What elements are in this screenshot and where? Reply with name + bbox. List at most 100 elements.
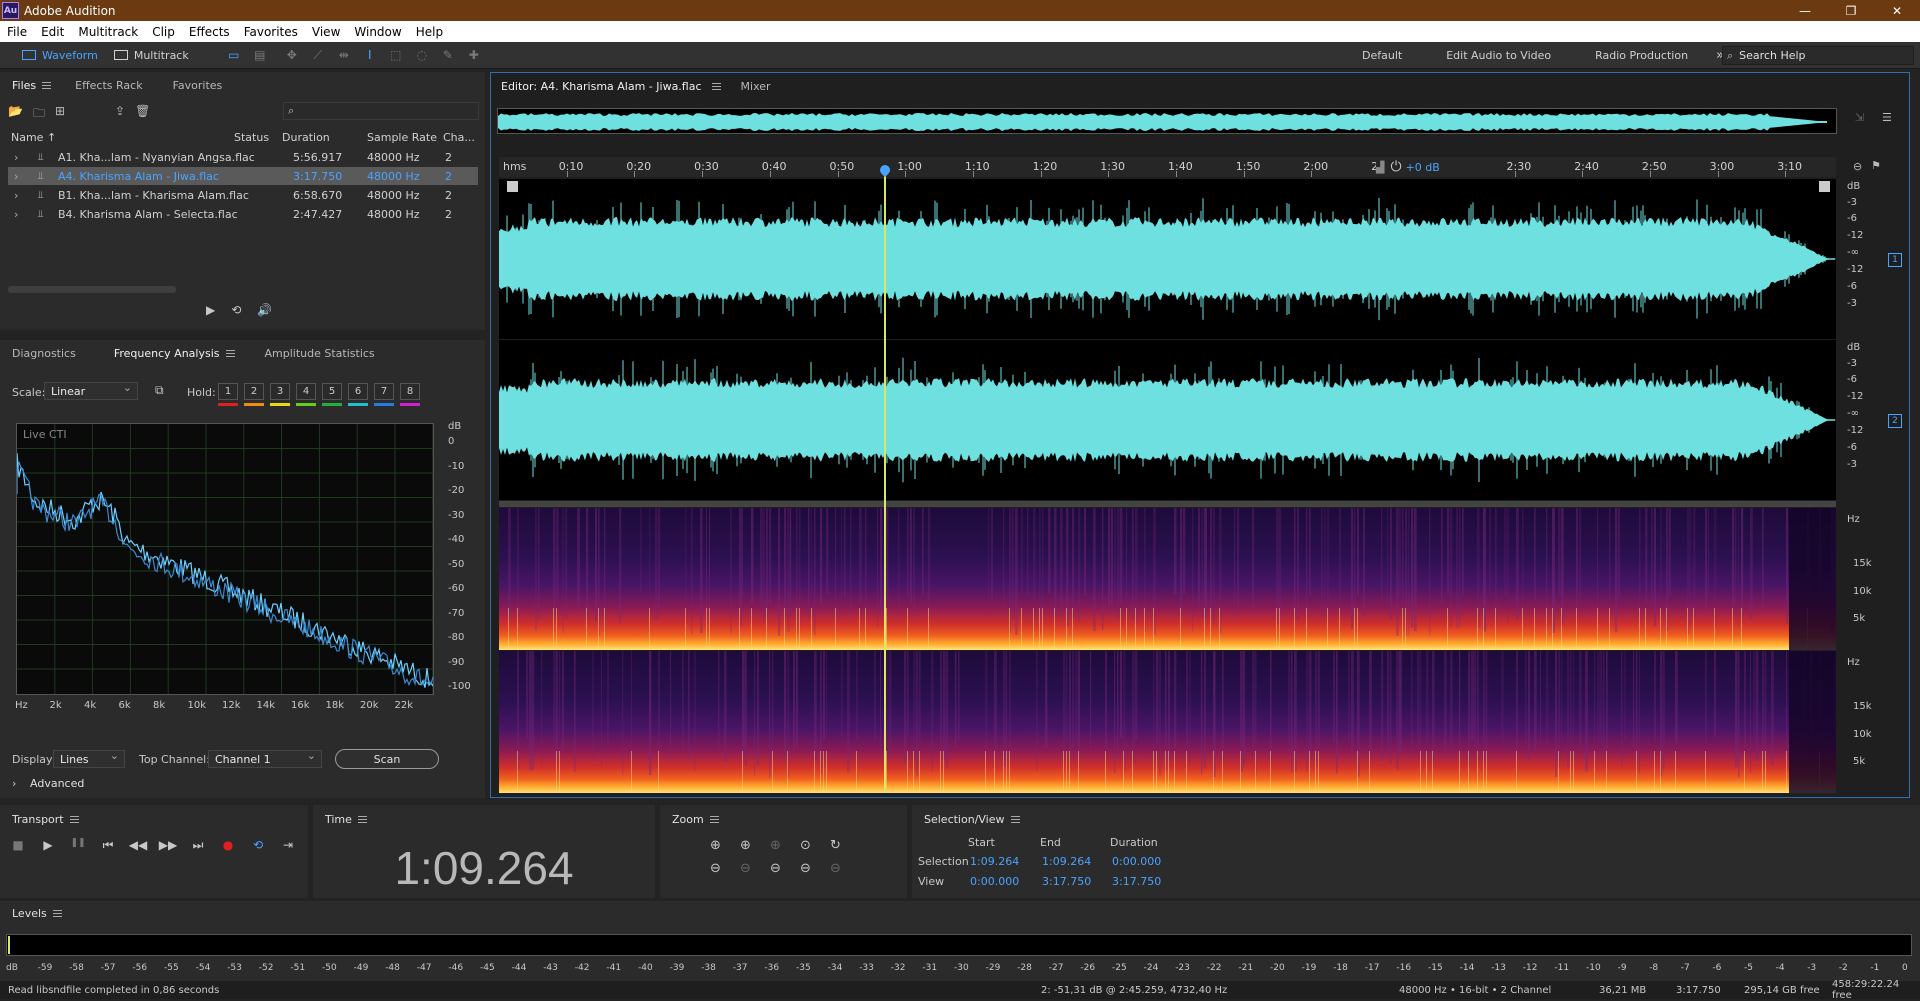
preview-loop-icon[interactable]: ⟲ [231,303,241,317]
panel-menu-icon[interactable] [42,81,52,89]
close-button[interactable]: ✕ [1874,0,1920,21]
file-row[interactable]: › ⫫ B1. Kha...lam - Kharisma Alam.flac 6:58… [8,186,478,204]
menu-multitrack[interactable]: Multitrack [71,25,145,39]
workspace-default[interactable]: Default [1362,49,1402,62]
selection-duration[interactable]: 0:00.000 [1112,855,1161,868]
minimize-button[interactable]: — [1782,0,1828,21]
import-file-icon[interactable]: 🗀 [33,104,45,125]
overview-navigator[interactable] [497,108,1837,134]
zoom-reset-icon[interactable]: ↻ [830,838,860,853]
hold-button-1[interactable]: 1 [218,383,238,400]
zoom-out-point-icon[interactable]: ⊖ [770,861,800,876]
snap-icon[interactable]: ⊖ [1853,160,1862,173]
expand-chevron-icon[interactable]: › [14,208,18,221]
menu-clip[interactable]: Clip [145,25,182,39]
view-duration[interactable]: 3:17.750 [1112,875,1161,888]
panel-menu-icon[interactable] [711,82,721,90]
panel-menu-icon[interactable] [357,816,367,823]
menu-window[interactable]: Window [347,25,408,39]
top-channel-select[interactable]: Channel 1 [208,749,322,768]
hud-toggle-icon[interactable] [507,181,518,192]
multitrack-mode-button[interactable]: Multitrack [106,45,197,65]
channel-2-badge[interactable]: 2 [1888,414,1902,428]
hold-button-7[interactable]: 7 [374,383,394,400]
marker-icon[interactable]: ⚑ [1871,159,1881,172]
zoom-to-selection-icon[interactable]: ⊙ [800,838,830,853]
preview-volume-icon[interactable]: 🔊 [257,303,272,317]
view-divider[interactable] [499,501,1836,507]
menu-help[interactable]: Help [409,25,450,39]
spectral-channel-2[interactable] [499,651,1836,793]
playhead-indicator[interactable] [884,167,887,793]
menu-favorites[interactable]: Favorites [237,25,305,39]
scan-button[interactable]: Scan [335,749,439,769]
panel-menu-icon[interactable] [709,816,719,823]
preview-play-icon[interactable]: ▶ [206,303,215,317]
column-status[interactable]: Status [234,131,269,144]
overlay-icon[interactable]: ⧉ [155,383,164,398]
tab-frequency-analysis[interactable]: Frequency Analysis [102,340,247,366]
waveform-mode-button[interactable]: Waveform [14,45,106,65]
skip-forward-icon[interactable]: ⏭ [188,838,208,856]
zoom-in-point-icon[interactable]: ⊕ [770,838,800,853]
tab-effects-rack[interactable]: Effects Rack [63,72,154,98]
selection-start[interactable]: 1:09.264 [970,855,1019,868]
hold-button-8[interactable]: 8 [400,383,420,400]
spectral-channel-1[interactable] [499,508,1836,650]
zoom-in-time-icon[interactable]: ⊕ [740,838,770,853]
panel-menu-icon[interactable] [1010,816,1020,823]
move-tool-icon[interactable]: ✥ [283,48,301,62]
advanced-chevron-icon[interactable]: › [12,777,16,790]
file-row[interactable]: › ⫫ A1. Kha...lam - Nyanyian Angsa.flac 5:5… [8,148,478,166]
tab-mixer[interactable]: Mixer [741,80,771,93]
tab-diagnostics[interactable]: Diagnostics [0,340,88,366]
marquee-tool-icon[interactable]: ⬚ [387,48,405,62]
panel-menu-icon[interactable] [52,910,62,917]
lasso-tool-icon[interactable]: ◌ [413,48,431,62]
hold-button-6[interactable]: 6 [348,383,368,400]
menu-effects[interactable]: Effects [182,25,237,39]
tab-files[interactable]: Files [0,72,63,98]
spot-healing-icon[interactable]: ✚ [465,48,483,62]
gain-knob-icon[interactable]: ⏻ [1390,159,1401,175]
tab-editor[interactable]: Editor: A4. Kharisma Alam - Jiwa.flac [501,80,721,93]
time-ruler[interactable]: hms 0:10 0:20 0:30 0:40 0:50 1:00 1:10 1:20 1:30 1… [499,157,1836,177]
zoom-out-full-icon[interactable]: ⊖ [800,861,830,876]
workspace-radio-production[interactable]: Radio Production [1595,49,1688,62]
column-channels[interactable]: Cha... [443,131,475,144]
hold-button-5[interactable]: 5 [322,383,342,400]
delete-file-icon[interactable]: 🗑 [135,104,150,125]
record-icon[interactable]: ● [218,838,238,856]
panel-menu-icon[interactable] [69,816,79,823]
panel-menu-icon[interactable] [225,349,235,357]
expand-chevron-icon[interactable]: › [14,189,18,202]
waveform-view-icon[interactable]: ▭ [225,48,243,62]
view-end[interactable]: 3:17.750 [1042,875,1091,888]
stop-icon[interactable]: ■ [8,838,28,856]
restore-button[interactable]: ❐ [1828,0,1874,21]
rewind-icon[interactable]: ◀◀ [128,838,148,856]
zoom-out-time-icon[interactable]: ⊖ [740,861,770,876]
files-horizontal-scrollbar[interactable] [8,286,176,293]
skip-back-icon[interactable]: ⏮ [98,838,118,856]
scale-select[interactable]: Linear [44,381,138,400]
tab-amplitude-statistics[interactable]: Amplitude Statistics [253,340,387,366]
waveform-channel-1[interactable] [499,179,1836,339]
workspace-edit-audio-to-video[interactable]: Edit Audio to Video [1446,49,1551,62]
zoom-out-amplitude-icon[interactable]: ⊖ [710,861,740,876]
menu-edit[interactable]: Edit [34,25,71,39]
expand-chevron-icon[interactable]: › [14,170,18,183]
skip-selection-icon[interactable]: ⇥ [278,838,298,856]
new-file-icon[interactable]: ⊞ [55,104,65,125]
column-sample-rate[interactable]: Sample Rate [367,131,437,144]
tab-favorites[interactable]: Favorites [161,72,235,98]
hold-button-3[interactable]: 3 [270,383,290,400]
menu-view[interactable]: View [305,25,347,39]
menu-file[interactable]: File [0,25,34,39]
brush-tool-icon[interactable]: ✎ [439,48,457,62]
pause-icon[interactable]: ❚❚ [68,838,88,856]
gain-hud[interactable]: ▟ ⏻ +0 dB [1376,157,1472,177]
channel-layout-icon[interactable]: ☰ [1882,111,1892,124]
insert-multitrack-icon[interactable]: ⇪ [115,104,125,125]
razor-tool-icon[interactable]: ⟋ [309,48,327,62]
